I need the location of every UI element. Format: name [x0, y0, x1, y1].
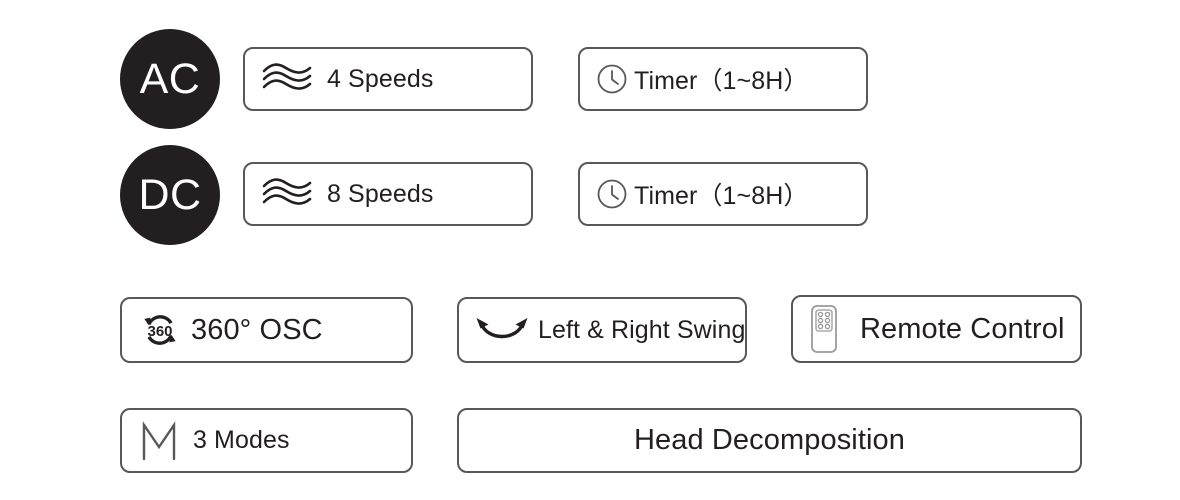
badge-ac-label: AC: [139, 54, 201, 103]
feature-left-right-swing-label: Left & Right Swing: [538, 315, 746, 344]
feature-dc-speeds: 8 Speeds: [243, 162, 533, 226]
wave-speed-icon: [261, 62, 313, 96]
feature-remote-control: Remote Control: [791, 295, 1082, 363]
feature-ac-speeds: 4 Speeds: [243, 47, 533, 111]
360-icon-text: 360: [147, 323, 172, 340]
remote-control-icon: [810, 304, 838, 354]
badge-dc-label: DC: [138, 170, 202, 219]
wave-speed-icon: [261, 177, 313, 211]
360-rotation-icon: 360: [139, 310, 181, 350]
feature-modes: 3 Modes: [120, 408, 413, 473]
feature-dc-speeds-label: 8 Speeds: [327, 179, 434, 208]
mode-m-icon: [139, 419, 179, 463]
feature-head-decomposition: Head Decomposition: [457, 408, 1082, 473]
badge-dc: DC: [120, 145, 220, 245]
feature-dc-timer-label: Timer（1~8H）: [634, 182, 809, 210]
feature-dc-timer: Timer（1~8H）: [578, 162, 868, 226]
feature-ac-timer-label: Timer（1~8H）: [634, 67, 809, 95]
feature-left-right-swing: Left & Right Swing: [457, 297, 747, 363]
feature-ac-speeds-label: 4 Speeds: [327, 64, 434, 93]
feature-modes-label: 3 Modes: [193, 426, 290, 454]
feature-360-osc: 360 360° OSC: [120, 297, 413, 363]
left-right-swing-icon: [472, 312, 532, 348]
feature-head-decomposition-label: Head Decomposition: [634, 424, 905, 456]
feature-spec-panel: AC DC 4 Speeds Timer（1~8H） 8 Speeds Time…: [0, 0, 1180, 500]
feature-360-osc-label: 360° OSC: [191, 313, 323, 346]
feature-ac-timer: Timer（1~8H）: [578, 47, 868, 111]
feature-remote-control-label: Remote Control: [860, 312, 1065, 345]
clock-icon: [596, 178, 628, 210]
clock-icon: [596, 63, 628, 95]
badge-ac: AC: [120, 29, 220, 129]
